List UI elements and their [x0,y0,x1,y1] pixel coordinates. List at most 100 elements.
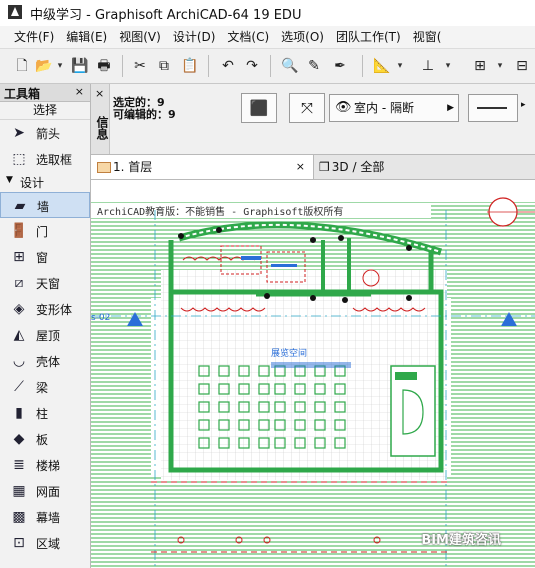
info-box-label: 信息 [95,116,109,140]
guide-dropdown-caret-icon[interactable]: ▾ [442,56,454,76]
menu-options[interactable]: 选项(O) [275,26,330,48]
tab-3d[interactable]: ❒ 3D / 全部 [319,155,384,179]
open-file-icon[interactable]: 📂 [34,56,54,76]
find-select-icon[interactable]: 🔍 [280,56,300,76]
edu-header-text: ArchiCAD教育版：不能销售 - Graphisoft版权所有 [97,205,343,218]
reference-line-button[interactable]: ⤧ [289,93,325,123]
redo-icon[interactable]: ↷ [242,56,262,76]
element-settings-button[interactable]: ⬛ [241,93,277,123]
tool-slab[interactable]: ◆ 板 [0,426,90,452]
design-section-label: 设计 [20,176,45,190]
tool-shell[interactable]: ◡ 壳体 [0,348,90,374]
tool-label: 墙 [37,200,50,214]
line-type-button[interactable] [468,94,518,122]
roof-icon: ◭ [13,327,25,343]
floor-plan-drawing: ArchiCAD教育版：不能销售 - Graphisoft版权所有 s-02 展… [91,197,535,568]
print-icon[interactable]: 🖶 [94,56,114,76]
grid-marker-label: s-02 [91,313,110,323]
paste-icon[interactable]: 📋 [180,56,200,76]
open-dropdown-caret-icon[interactable]: ▾ [54,56,66,76]
morph-icon: ◈ [13,301,25,317]
drawing-canvas[interactable]: ArchiCAD教育版：不能销售 - Graphisoft版权所有 s-02 展… [91,180,535,568]
tool-label: 区域 [36,537,61,551]
menu-document[interactable]: 文档(C) [221,26,275,48]
tool-beam[interactable]: ⟋ 梁 [0,374,90,400]
tool-label: 板 [36,433,49,447]
info-close-icon[interactable]: × [95,87,104,100]
selection-node[interactable] [338,235,344,241]
stair-icon: ≣ [13,457,25,473]
tool-label: 柱 [36,407,49,421]
toolbox-close-icon[interactable]: × [75,85,84,98]
copy-icon[interactable]: ⧉ [154,56,174,76]
tool-column[interactable]: ▮ 柱 [0,400,90,426]
tool-label: 窗 [36,251,49,265]
tool-label: 箭头 [36,127,61,141]
eyedropper-icon[interactable]: ✎ [304,56,324,76]
dropdown-caret-icon: ▶ [447,103,454,113]
snap-dropdown-caret-icon[interactable]: ▾ [494,56,506,76]
new-file-icon[interactable]: 🗋 [12,56,32,76]
tool-label: 梁 [36,381,49,395]
design-section-header[interactable]: ▼ 设计 [0,172,90,192]
selection-node[interactable] [264,293,270,299]
toolbox-title: 工具箱 [4,87,41,101]
3d-cube-icon: ❒ [319,160,330,174]
save-icon[interactable]: 💾 [70,56,90,76]
tool-mesh[interactable]: ▦ 网面 [0,478,90,504]
toolbar-separator [362,55,363,77]
snap-grid-icon[interactable]: ⊞ [470,56,490,76]
selection-node[interactable] [310,237,316,243]
tool-label: 屋顶 [36,329,61,343]
ruler-icon[interactable]: 📐 [372,56,392,76]
tab-close-icon[interactable]: × [296,155,305,179]
toolbox-panel: 工具箱 × 选择 ➤ 箭头 ⬚ 选取框 ▼ 设计 ▰ 墙 🚪 门 ⊞ 窗 ⧄ 天… [0,84,91,568]
archicad-window: 中级学习 - Graphisoft ArchiCAD-64 19 EDU 文件(… [0,0,535,568]
view-setting-dropdown[interactable]: 👁 室内 - 隔断 ▶ [329,94,459,122]
undo-icon[interactable]: ↶ [218,56,238,76]
tool-curtain-wall[interactable]: ▩ 幕墙 [0,504,90,530]
tool-label: 网面 [36,485,61,499]
selection-node[interactable] [310,295,316,301]
reference-line-icon: ⤧ [300,99,313,117]
dimension-tag [241,256,261,260]
ruler-dropdown-caret-icon[interactable]: ▾ [394,56,406,76]
column-icon: ▮ [15,405,23,421]
site-hatch-bottom [91,476,535,568]
toolbox-header: 工具箱 × [0,84,90,102]
tool-morph[interactable]: ◈ 变形体 [0,296,90,322]
tool-door[interactable]: 🚪 门 [0,218,90,244]
menu-design[interactable]: 设计(D) [167,26,222,48]
menu-edit[interactable]: 编辑(E) [60,26,113,48]
menu-teamwork[interactable]: 团队工作(T) [330,26,407,48]
syringe-icon[interactable]: ✒ [330,56,350,76]
tool-skylight[interactable]: ⧄ 天窗 [0,270,90,296]
more-settings-icon[interactable]: ▸ [521,100,526,110]
door-icon: 🚪 [10,223,28,239]
selection-node[interactable] [342,297,348,303]
tool-label: 楼梯 [36,459,61,473]
tool-marquee[interactable]: ⬚ 选取框 [0,146,90,172]
curtain-wall-icon: ▩ [12,509,26,525]
toolbar-separator [122,55,123,77]
zone-icon: ⊡ [13,535,25,551]
tool-wall[interactable]: ▰ 墙 [0,192,90,218]
wall-settings-icon: ⬛ [249,99,269,117]
tool-zone[interactable]: ⊡ 区域 [0,530,90,556]
guide-line-icon[interactable]: ⊥ [418,56,438,76]
menu-window[interactable]: 视窗( [407,26,448,48]
cut-icon[interactable]: ✂ [130,56,150,76]
tool-roof[interactable]: ◭ 屋顶 [0,322,90,348]
tab-floor-plan[interactable]: 1. 首层 × [91,155,314,179]
tool-window[interactable]: ⊞ 窗 [0,244,90,270]
selection-node[interactable] [178,233,184,239]
toolbar-more-icon[interactable]: ⊟ [512,56,532,76]
menu-view[interactable]: 视图(V) [113,26,167,48]
collapse-caret-icon: ▼ [6,175,13,185]
tool-arrow[interactable]: ➤ 箭头 [0,120,90,146]
selection-node[interactable] [406,295,412,301]
selection-node[interactable] [216,227,222,233]
tool-stair[interactable]: ≣ 楼梯 [0,452,90,478]
menu-file[interactable]: 文件(F) [0,26,60,48]
selection-node[interactable] [406,245,412,251]
